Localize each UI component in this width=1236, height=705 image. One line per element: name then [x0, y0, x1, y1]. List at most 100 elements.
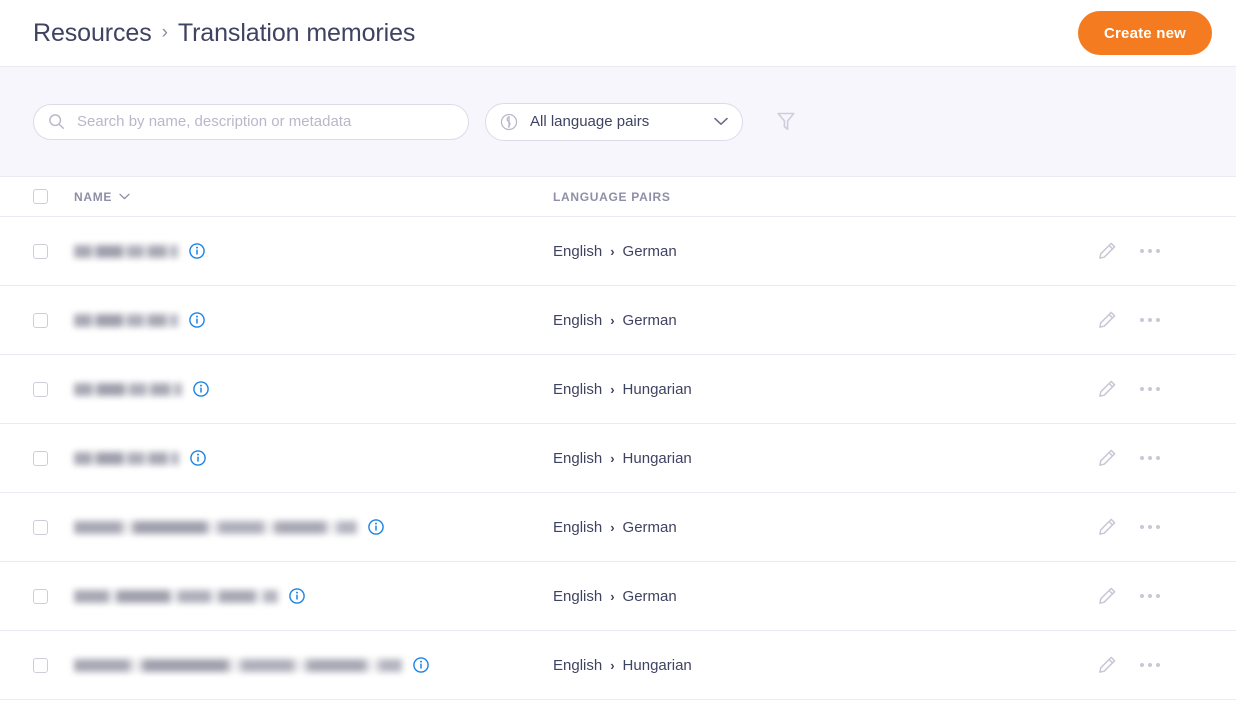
row-checkbox[interactable]: [33, 589, 48, 604]
edit-icon[interactable]: [1096, 447, 1118, 469]
column-header-name: NAME: [74, 190, 553, 204]
edit-icon[interactable]: [1096, 516, 1118, 538]
row-checkbox[interactable]: [33, 382, 48, 397]
info-icon[interactable]: [190, 450, 206, 466]
info-icon[interactable]: [189, 243, 205, 259]
row-checkbox[interactable]: [33, 451, 48, 466]
source-language: English: [553, 519, 602, 536]
more-options-icon[interactable]: [1140, 318, 1160, 322]
source-language: English: [553, 243, 602, 260]
select-all-checkbox[interactable]: [33, 189, 48, 204]
more-options-icon[interactable]: [1140, 525, 1160, 529]
arrow-right-icon: ›: [610, 383, 614, 396]
row-actions-cell: [1084, 654, 1236, 676]
row-select-cell: [33, 244, 74, 259]
row-select-cell: [33, 520, 74, 535]
target-language: Hungarian: [623, 657, 692, 674]
arrow-right-icon: ›: [610, 659, 614, 672]
breadcrumb-separator-icon: ›: [162, 23, 168, 44]
row-select-cell: [33, 451, 74, 466]
funnel-filter-button[interactable]: [771, 107, 801, 137]
row-actions-cell: [1084, 516, 1236, 538]
table-header-row: NAME LANGUAGE PAIRS: [0, 177, 1236, 217]
edit-icon[interactable]: [1096, 309, 1118, 331]
source-language: English: [553, 657, 602, 674]
more-options-icon[interactable]: [1140, 387, 1160, 391]
breadcrumb-parent-resources[interactable]: Resources: [33, 19, 152, 48]
more-options-icon[interactable]: [1140, 594, 1160, 598]
edit-icon[interactable]: [1096, 378, 1118, 400]
resource-name-redacted: [74, 314, 178, 327]
info-icon[interactable]: [289, 588, 305, 604]
language-pair: English › German: [553, 588, 677, 605]
chevron-down-icon: [714, 117, 728, 126]
info-icon[interactable]: [193, 381, 209, 397]
table-row[interactable]: English › German: [0, 217, 1236, 286]
row-name-cell: [74, 450, 553, 466]
resource-name-redacted: [74, 659, 402, 672]
row-checkbox[interactable]: [33, 658, 48, 673]
arrow-right-icon: ›: [610, 245, 614, 258]
row-name-cell: [74, 657, 553, 673]
row-name-cell: [74, 312, 553, 328]
create-new-button[interactable]: Create new: [1078, 11, 1212, 55]
table-row[interactable]: English › Hungarian: [0, 631, 1236, 700]
resource-name-redacted: [74, 590, 278, 603]
edit-icon[interactable]: [1096, 240, 1118, 262]
row-actions-cell: [1084, 240, 1236, 262]
language-pair: English › Hungarian: [553, 657, 692, 674]
edit-icon[interactable]: [1096, 585, 1118, 607]
row-checkbox[interactable]: [33, 244, 48, 259]
row-actions-cell: [1084, 585, 1236, 607]
language-pair: English › Hungarian: [553, 381, 692, 398]
info-icon[interactable]: [413, 657, 429, 673]
table-row[interactable]: English › German: [0, 493, 1236, 562]
resource-name-redacted: [74, 521, 357, 534]
page-title: Translation memories: [178, 19, 415, 48]
source-language: English: [553, 450, 602, 467]
row-actions-cell: [1084, 378, 1236, 400]
target-language: German: [623, 312, 677, 329]
row-select-cell: [33, 313, 74, 328]
funnel-filter-icon: [776, 111, 796, 132]
row-language-pair-cell: English › German: [553, 243, 1084, 260]
more-options-icon[interactable]: [1140, 249, 1160, 253]
info-icon[interactable]: [368, 519, 384, 535]
resource-name-redacted: [74, 452, 179, 465]
edit-icon[interactable]: [1096, 654, 1118, 676]
target-language: German: [623, 519, 677, 536]
row-name-cell: [74, 588, 553, 604]
row-actions-cell: [1084, 309, 1236, 331]
row-language-pair-cell: English › Hungarian: [553, 381, 1084, 398]
language-pairs-select-label: All language pairs: [530, 113, 703, 130]
row-checkbox[interactable]: [33, 313, 48, 328]
sort-by-name-button[interactable]: NAME: [74, 190, 130, 204]
language-pairs-select[interactable]: All language pairs: [485, 103, 743, 141]
row-select-cell: [33, 658, 74, 673]
row-checkbox[interactable]: [33, 520, 48, 535]
row-name-cell: [74, 381, 553, 397]
row-actions-cell: [1084, 447, 1236, 469]
search-input[interactable]: [75, 112, 454, 131]
arrow-right-icon: ›: [610, 521, 614, 534]
search-box[interactable]: [33, 104, 469, 140]
resource-name-redacted: [74, 383, 182, 396]
source-language: English: [553, 588, 602, 605]
table-row[interactable]: English › Hungarian: [0, 424, 1236, 493]
language-pair: English › Hungarian: [553, 450, 692, 467]
row-language-pair-cell: English › Hungarian: [553, 657, 1084, 674]
more-options-icon[interactable]: [1140, 663, 1160, 667]
more-options-icon[interactable]: [1140, 456, 1160, 460]
chevron-down-icon: [119, 193, 130, 200]
source-language: English: [553, 381, 602, 398]
source-language: English: [553, 312, 602, 329]
target-language: Hungarian: [623, 381, 692, 398]
arrow-right-icon: ›: [610, 452, 614, 465]
language-pair: English › German: [553, 519, 677, 536]
table-row[interactable]: English › Hungarian: [0, 355, 1236, 424]
resource-name-redacted: [74, 245, 178, 258]
table-row[interactable]: English › German: [0, 562, 1236, 631]
info-icon[interactable]: [189, 312, 205, 328]
page-header: Resources › Translation memories Create …: [0, 0, 1236, 67]
table-row[interactable]: English › German: [0, 286, 1236, 355]
